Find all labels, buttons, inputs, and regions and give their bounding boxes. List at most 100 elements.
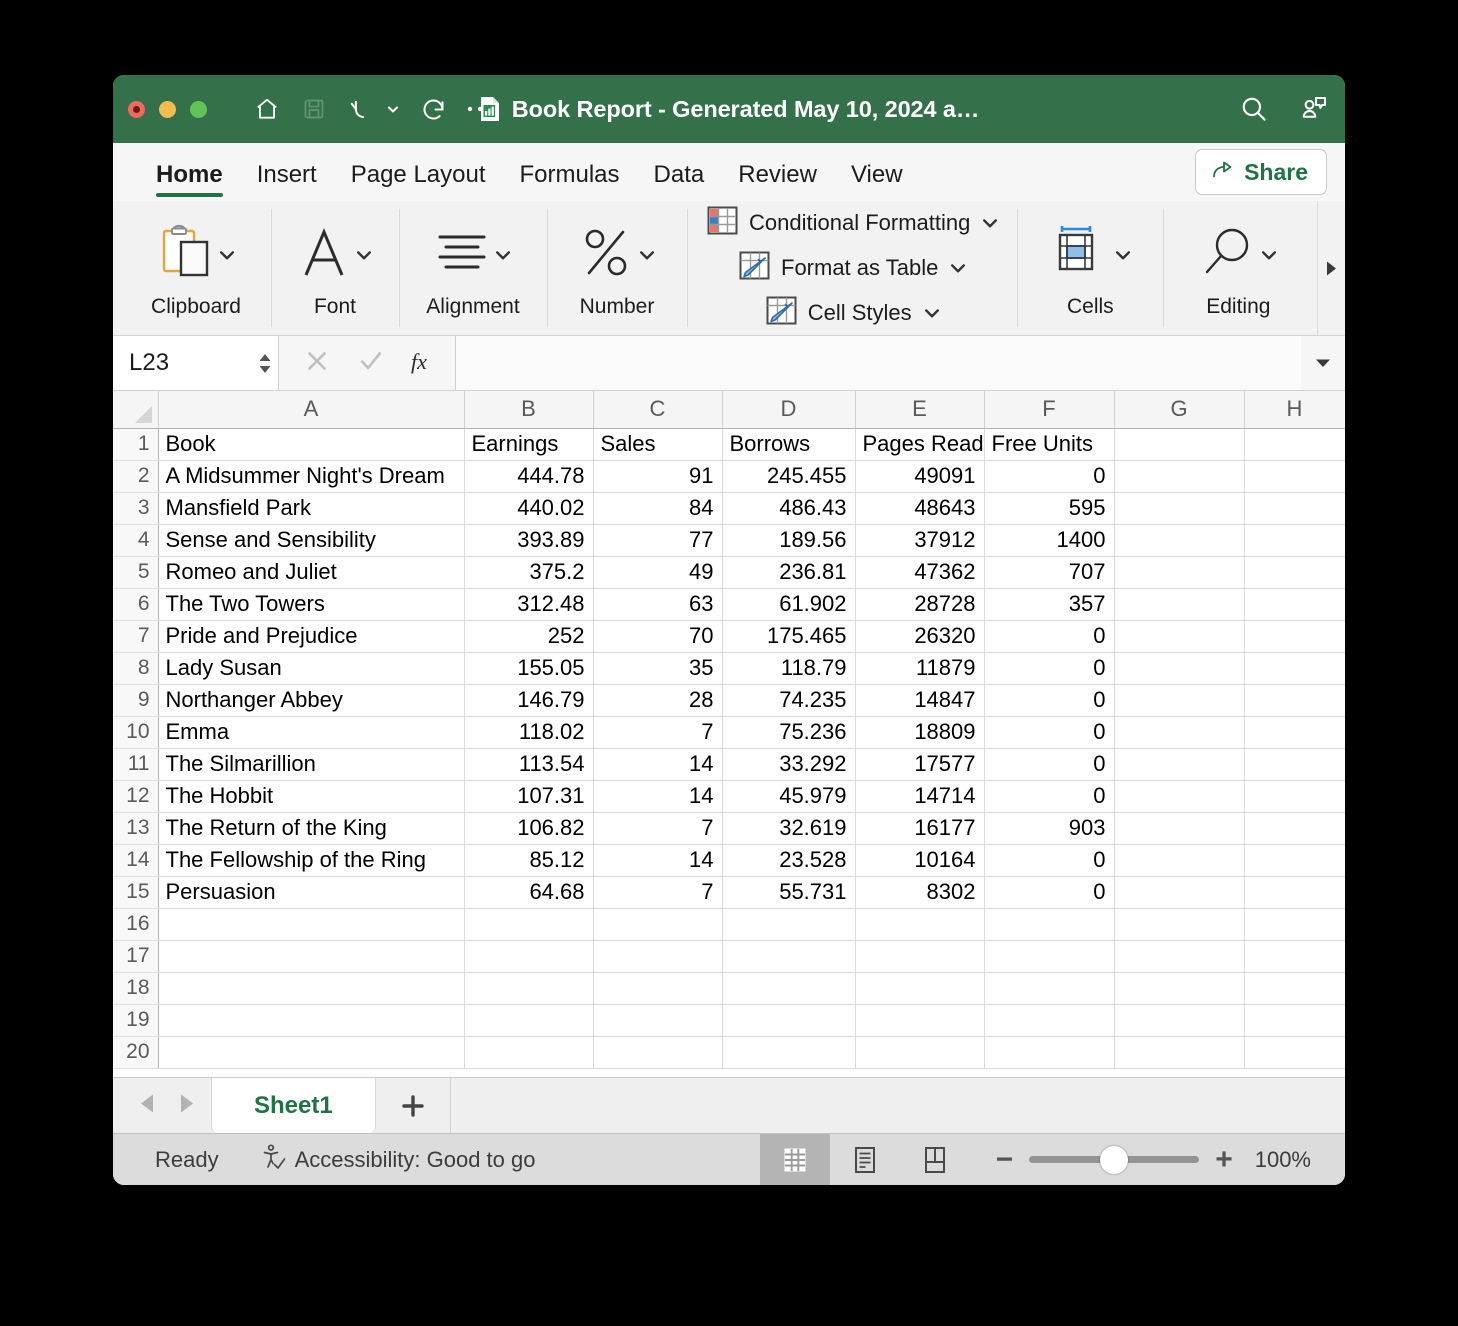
cell-E12[interactable]: 14714 [855, 780, 985, 813]
cell-F11[interactable]: 0 [984, 748, 1115, 781]
prev-sheet-arrow-icon[interactable] [139, 1093, 156, 1119]
cell-H10[interactable] [1244, 716, 1345, 749]
cell-F5[interactable]: 707 [984, 556, 1115, 589]
cell-C9[interactable]: 28 [593, 684, 723, 717]
more-options-icon[interactable] [465, 94, 495, 124]
cell-G17[interactable] [1114, 940, 1245, 973]
cell-D13[interactable]: 32.619 [722, 812, 856, 845]
cell-E9[interactable]: 14847 [855, 684, 985, 717]
cell-G13[interactable] [1114, 812, 1245, 845]
cell-C16[interactable] [593, 908, 723, 941]
cell-E4[interactable]: 37912 [855, 524, 985, 557]
cell-B3[interactable]: 440.02 [464, 492, 594, 525]
cell-C12[interactable]: 14 [593, 780, 723, 813]
cell-B2[interactable]: 444.78 [464, 460, 594, 493]
cell-E6[interactable]: 28728 [855, 588, 985, 621]
cell-E20[interactable] [855, 1036, 985, 1069]
cell-A1[interactable]: Book [158, 428, 465, 461]
cell-D2[interactable]: 245.455 [722, 460, 856, 493]
cell-C20[interactable] [593, 1036, 723, 1069]
zoom-slider[interactable] [1029, 1145, 1200, 1174]
ribbon-group-font[interactable]: Font [271, 201, 399, 335]
number-dropdown-chevron[interactable] [638, 246, 656, 264]
cell-D14[interactable]: 23.528 [722, 844, 856, 877]
ribbon-group-alignment[interactable]: Alignment [399, 201, 547, 335]
cell-B12[interactable]: 107.31 [464, 780, 594, 813]
cell-C1[interactable]: Sales [593, 428, 723, 461]
cell-C15[interactable]: 7 [593, 876, 723, 909]
cell-G4[interactable] [1114, 524, 1245, 557]
cell-A9[interactable]: Northanger Abbey [158, 684, 465, 717]
ribbon-overflow-button[interactable] [1317, 201, 1345, 335]
cell-A20[interactable] [158, 1036, 465, 1069]
cell-C19[interactable] [593, 1004, 723, 1037]
cell-C6[interactable]: 63 [593, 588, 723, 621]
cell-F7[interactable]: 0 [984, 620, 1115, 653]
format-as-table-chevron[interactable] [949, 259, 967, 277]
search-icon[interactable] [1239, 94, 1269, 124]
cell-F1[interactable]: Free Units [984, 428, 1115, 461]
cell-F8[interactable]: 0 [984, 652, 1115, 685]
zoom-level-label[interactable]: 100% [1255, 1147, 1345, 1173]
cell-G6[interactable] [1114, 588, 1245, 621]
cell-C8[interactable]: 35 [593, 652, 723, 685]
cell-G20[interactable] [1114, 1036, 1245, 1069]
clipboard-dropdown-chevron[interactable] [218, 246, 236, 264]
editing-dropdown-chevron[interactable] [1260, 246, 1278, 264]
cell-F4[interactable]: 1400 [984, 524, 1115, 557]
cell-H17[interactable] [1244, 940, 1345, 973]
tab-formulas[interactable]: Formulas [503, 161, 637, 201]
conditional-formatting-chevron[interactable] [981, 214, 999, 232]
cell-B13[interactable]: 106.82 [464, 812, 594, 845]
cell-H2[interactable] [1244, 460, 1345, 493]
cell-G19[interactable] [1114, 1004, 1245, 1037]
cell-F15[interactable]: 0 [984, 876, 1115, 909]
cell-A5[interactable]: Romeo and Juliet [158, 556, 465, 589]
column-header-e[interactable]: E [855, 391, 985, 429]
cell-H9[interactable] [1244, 684, 1345, 717]
cell-E13[interactable]: 16177 [855, 812, 985, 845]
collaborate-icon[interactable] [1299, 94, 1329, 124]
row-header-1[interactable]: 1 [113, 428, 159, 461]
cell-C18[interactable] [593, 972, 723, 1005]
cell-D16[interactable] [722, 908, 856, 941]
cell-B20[interactable] [464, 1036, 594, 1069]
cell-F16[interactable] [984, 908, 1115, 941]
cell-H11[interactable] [1244, 748, 1345, 781]
cell-H1[interactable] [1244, 428, 1345, 461]
cell-B17[interactable] [464, 940, 594, 973]
row-header-17[interactable]: 17 [113, 940, 159, 973]
cell-D7[interactable]: 175.465 [722, 620, 856, 653]
row-header-2[interactable]: 2 [113, 460, 159, 493]
cell-F18[interactable] [984, 972, 1115, 1005]
cell-E19[interactable] [855, 1004, 985, 1037]
cell-A14[interactable]: The Fellowship of the Ring [158, 844, 465, 877]
cell-G3[interactable] [1114, 492, 1245, 525]
cell-E2[interactable]: 49091 [855, 460, 985, 493]
cell-A19[interactable] [158, 1004, 465, 1037]
cell-A18[interactable] [158, 972, 465, 1005]
undo-icon[interactable] [346, 94, 376, 124]
cell-styles-button[interactable]: Cell Styles [766, 295, 941, 331]
cell-B11[interactable]: 113.54 [464, 748, 594, 781]
row-header-4[interactable]: 4 [113, 524, 159, 557]
cell-C7[interactable]: 70 [593, 620, 723, 653]
cell-styles-chevron[interactable] [923, 304, 941, 322]
ribbon-group-cells[interactable]: Cells [1017, 201, 1163, 335]
row-header-18[interactable]: 18 [113, 972, 159, 1005]
ribbon-group-editing[interactable]: Editing [1163, 201, 1313, 335]
cell-B8[interactable]: 155.05 [464, 652, 594, 685]
row-header-16[interactable]: 16 [113, 908, 159, 941]
minimize-button[interactable] [158, 99, 177, 119]
select-all-corner[interactable] [113, 391, 159, 429]
row-header-3[interactable]: 3 [113, 492, 159, 525]
tab-data[interactable]: Data [637, 161, 722, 201]
cell-B19[interactable] [464, 1004, 594, 1037]
cell-G1[interactable] [1114, 428, 1245, 461]
share-button[interactable]: Share [1195, 149, 1327, 195]
cell-G9[interactable] [1114, 684, 1245, 717]
cell-F17[interactable] [984, 940, 1115, 973]
cell-G2[interactable] [1114, 460, 1245, 493]
row-header-5[interactable]: 5 [113, 556, 159, 589]
cell-B18[interactable] [464, 972, 594, 1005]
